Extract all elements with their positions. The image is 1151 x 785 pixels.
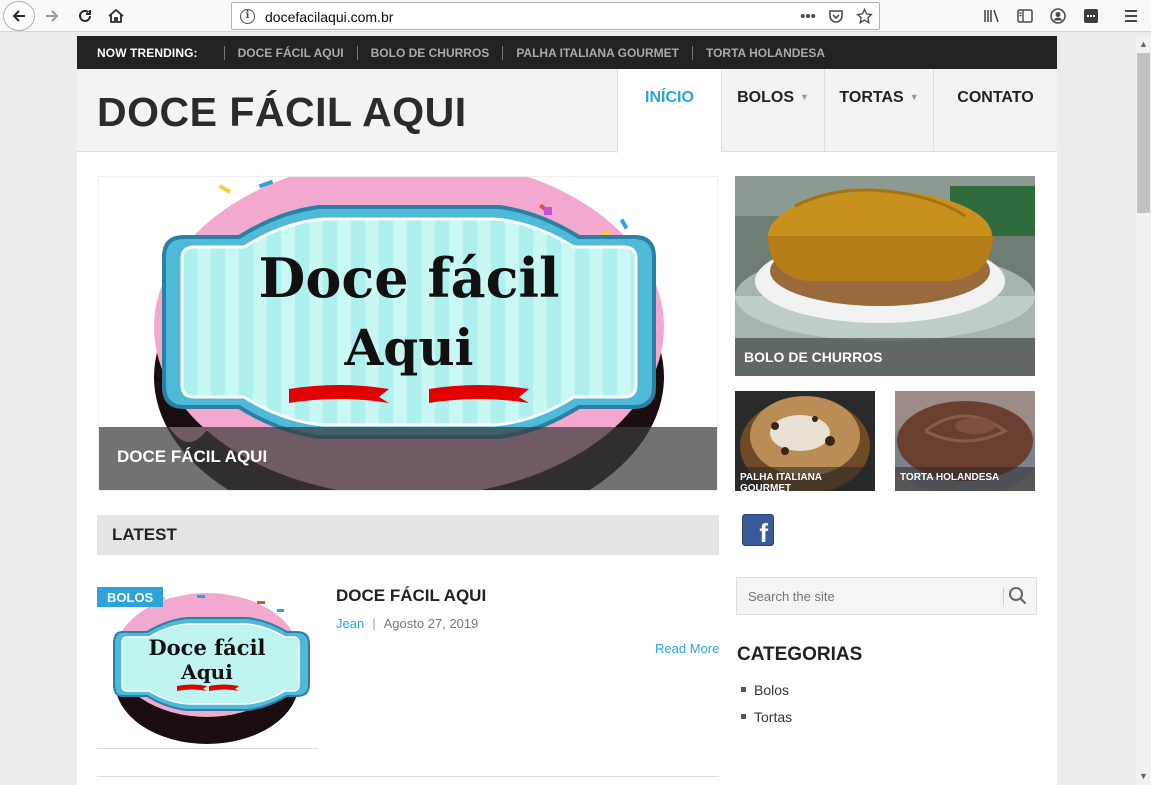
nav-item-bolos[interactable]: BOLOS ▼ [721,69,824,152]
trending-link[interactable]: BOLO DE CHURROS [356,45,503,60]
arrow-right-icon [46,10,59,22]
trending-link[interactable]: TORTA HOLANDESA [691,45,838,60]
scroll-thumb[interactable] [1137,53,1150,213]
featured-caption: BOLO DE CHURROS [735,338,1035,376]
site-header: DOCE FÁCIL AQUI INÍCIO BOLOS ▼ TORTAS ▼ CO… [77,69,1057,153]
hero-slide[interactable]: Doce fácil Aqui DOCE FÁCIL AQUI [98,176,718,491]
featured-caption: TORTA HOLANDESA [895,467,1035,491]
page-scrollbar[interactable]: ▲ ▼ [1134,36,1151,785]
reload-icon [79,9,91,22]
search-icon [1009,587,1027,605]
trending-link[interactable]: PALHA ITALIANA GOURMET [502,45,692,60]
browser-toolbar: i docefacilaqui.com.br ••• [0,0,1151,32]
facebook-icon[interactable]: f [742,514,774,546]
nav-item-label: TORTAS [839,89,904,106]
featured-post-palha-italiana[interactable]: PALHA ITALIANA GOURMET [735,391,875,491]
category-label: Bolos [754,681,790,698]
featured-post-bolo-de-churros[interactable]: BOLO DE CHURROS [735,176,1035,376]
main-nav: INÍCIO BOLOS ▼ TORTAS ▼ CONTATO [617,69,1057,153]
scroll-up-icon[interactable]: ▲ [1135,36,1151,53]
featured-caption: PALHA ITALIANA GOURMET [735,467,875,491]
trending-bar: NOW TRENDING: DOCE FÁCIL AQUI BOLO DE CH… [77,36,1057,69]
forward-button[interactable] [38,3,66,29]
page-container: NOW TRENDING: DOCE FÁCIL AQUI BOLO DE CH… [77,36,1057,785]
address-bar[interactable]: i docefacilaqui.com.br ••• [231,2,880,30]
post-logo-image: Doce fácil Aqui [97,587,318,748]
scroll-down-icon[interactable]: ▼ [1135,768,1151,785]
featured-post-torta-holandesa[interactable]: TORTA HOLANDESA [895,391,1035,491]
home-icon [108,8,124,23]
info-icon[interactable]: i [240,9,255,24]
arrow-left-icon [12,10,25,22]
search-button[interactable] [1008,586,1028,606]
divider [1003,588,1004,605]
library-icon[interactable] [980,4,1004,28]
hero-caption[interactable]: DOCE FÁCIL AQUI [99,427,717,490]
categories-list: Bolos Tortas [741,676,792,730]
post-author[interactable]: Jean [336,616,364,631]
more-actions-icon[interactable]: ••• [797,6,819,26]
read-more-link[interactable]: Read More [655,641,719,656]
meta-separator: | [372,616,376,631]
nav-item-label: CONTATO [957,89,1034,106]
reload-button[interactable] [71,3,99,29]
category-item[interactable]: Bolos [741,676,792,703]
pocket-icon[interactable] [825,6,847,26]
post-logo-line2: Aqui [180,660,233,684]
extension-icon[interactable] [1079,4,1103,28]
categories-heading: CATEGORIAS [737,644,863,665]
hero-logo-line2: Aqui [343,318,473,377]
account-icon[interactable] [1046,4,1070,28]
caret-down-icon: ▼ [799,92,809,102]
divider [97,776,719,777]
hero-logo-line1: Doce fácil [258,246,559,310]
category-item[interactable]: Tortas [741,703,792,730]
menu-icon[interactable] [1119,4,1143,28]
trending-link[interactable]: DOCE FÁCIL AQUI [223,45,357,60]
trending-label: NOW TRENDING: [97,45,198,60]
search-widget [736,577,1037,615]
post-meta: Jean | Agosto 27, 2019 [336,616,478,631]
nav-item-inicio[interactable]: INÍCIO [617,69,721,153]
home-button[interactable] [102,3,130,29]
post-date: Agosto 27, 2019 [383,616,479,631]
nav-item-contato[interactable]: CONTATO [933,69,1057,152]
post-logo-line1: Doce fácil [148,635,265,660]
bullet-icon [741,687,746,692]
caret-down-icon: ▼ [909,92,919,102]
sidebar-icon[interactable] [1013,4,1037,28]
post-thumbnail[interactable]: Doce fácil Aqui BOLOS [97,587,318,749]
search-input[interactable] [737,578,1001,614]
latest-heading: LATEST [97,515,719,555]
nav-item-label: INÍCIO [645,89,694,106]
nav-item-label: BOLOS [737,89,794,106]
bullet-icon [741,714,746,719]
url-text[interactable]: docefacilaqui.com.br [265,9,393,25]
back-button[interactable] [3,1,35,31]
site-title[interactable]: DOCE FÁCIL AQUI [97,89,467,136]
post-title[interactable]: DOCE FÁCIL AQUI [336,586,486,606]
nav-item-tortas[interactable]: TORTAS ▼ [824,69,933,152]
category-badge[interactable]: BOLOS [97,587,164,607]
bookmark-star-icon[interactable] [853,6,875,26]
category-label: Tortas [754,708,793,725]
